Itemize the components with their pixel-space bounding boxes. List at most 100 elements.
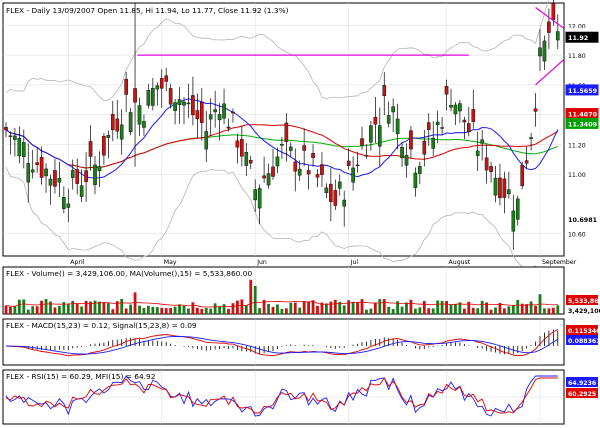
volume-bar bbox=[84, 300, 88, 314]
volume-value-badge: 5,533,860 bbox=[566, 295, 600, 305]
volume-bar bbox=[351, 301, 355, 314]
volume-bar bbox=[342, 305, 346, 314]
volume-bar bbox=[227, 308, 230, 314]
volume-bar bbox=[102, 302, 106, 314]
volume-bar bbox=[534, 305, 537, 314]
volume-bar bbox=[489, 309, 493, 314]
month-label: May bbox=[164, 259, 177, 266]
volume-bar bbox=[284, 308, 288, 314]
volume-bar bbox=[53, 307, 57, 314]
volume-bar bbox=[409, 299, 413, 314]
volume-bar bbox=[80, 306, 84, 314]
macd-badges: 0.115346 0.088361 bbox=[566, 325, 600, 345]
macd-value-badge-label: 0.115346 bbox=[568, 328, 600, 335]
volume-bar bbox=[387, 306, 391, 314]
volume-bar bbox=[449, 304, 453, 314]
volume-bar bbox=[529, 301, 533, 314]
volume-bar bbox=[556, 305, 560, 314]
volume-bar bbox=[422, 301, 426, 314]
price-tick-label: 10.60 bbox=[568, 232, 586, 239]
price-value-badge: 11.92 bbox=[565, 31, 599, 43]
macd-value-badge-label: 0.088361 bbox=[568, 338, 600, 345]
rsi-title: FLEX - RSI(15) = 60.29, MFI(15) = 64.92 bbox=[6, 372, 155, 381]
volume-bar bbox=[98, 301, 101, 314]
candle bbox=[520, 161, 524, 190]
volume-bar bbox=[307, 301, 310, 314]
volume-bar bbox=[516, 299, 520, 314]
volume-bar bbox=[133, 292, 137, 314]
volume-bar bbox=[22, 299, 26, 314]
volume-bar bbox=[147, 305, 150, 314]
volume-bar bbox=[382, 299, 386, 314]
price-chart-title: FLEX - Daily 13/09/2007 Open 11.85, Hi 1… bbox=[6, 6, 289, 15]
volume-bar bbox=[58, 305, 61, 314]
volume-bar bbox=[543, 308, 546, 314]
volume-bar bbox=[124, 308, 128, 314]
volume-bar bbox=[293, 302, 297, 314]
volume-bar bbox=[66, 303, 70, 314]
rsi-value-badge-label: 60.2925 bbox=[568, 391, 596, 398]
volume-bar bbox=[111, 309, 115, 314]
volume-bar bbox=[249, 279, 253, 314]
month-label: April bbox=[70, 259, 84, 266]
volume-bar bbox=[13, 306, 17, 314]
price-value-badge: 11.3409 bbox=[565, 117, 599, 129]
volume-bar bbox=[302, 301, 306, 314]
volume-bar bbox=[462, 308, 466, 314]
volume-bar bbox=[391, 309, 395, 314]
volume-bar bbox=[356, 302, 359, 314]
volume-bar bbox=[155, 307, 159, 314]
volume-bar bbox=[454, 303, 457, 314]
price-value-badge: 11.5659 bbox=[565, 84, 599, 96]
volume-bar bbox=[333, 299, 337, 314]
volume-bar bbox=[365, 309, 368, 314]
volume-bar bbox=[209, 308, 213, 314]
volume-bar bbox=[187, 308, 190, 314]
volume-bar bbox=[169, 307, 173, 314]
volume-bar bbox=[316, 305, 319, 314]
volume-bar bbox=[311, 300, 315, 314]
volume-bar bbox=[400, 306, 404, 314]
volume-bar bbox=[271, 307, 275, 314]
macd-value-badge: 0.115346 bbox=[566, 325, 600, 335]
volume-bar bbox=[222, 304, 226, 314]
volume-bar bbox=[298, 307, 302, 314]
volume-bar bbox=[213, 303, 217, 314]
volume-bar bbox=[191, 302, 195, 314]
price-value-badge: 10.6981 bbox=[565, 213, 599, 225]
volume-bar bbox=[40, 300, 43, 314]
volume-bar bbox=[258, 308, 262, 314]
volume-bar bbox=[142, 308, 146, 314]
volume-bar bbox=[414, 308, 417, 314]
volume-bar bbox=[71, 300, 75, 314]
volume-bar bbox=[373, 302, 377, 314]
stock-chart: 10.6011.0011.2011.4011.6011.8012.0011.94… bbox=[0, 0, 600, 428]
volume-bar bbox=[106, 303, 110, 314]
volume-bar bbox=[480, 300, 484, 314]
volume-title: FLEX - Volume() = 3,429,106.00, MA(Volum… bbox=[6, 269, 252, 278]
month-label: August bbox=[449, 259, 471, 266]
volume-bar bbox=[164, 308, 168, 314]
volume-bar bbox=[436, 300, 440, 314]
volume-bar bbox=[31, 306, 35, 314]
volume-bar bbox=[44, 299, 48, 314]
volume-bar bbox=[360, 299, 364, 314]
volume-bar bbox=[494, 307, 497, 314]
volume-bar bbox=[231, 303, 235, 314]
price-value-badge-label: 11.4070 bbox=[568, 111, 598, 119]
volume-bar bbox=[347, 300, 351, 314]
volume-bar bbox=[236, 300, 239, 314]
price-value-badge-label: 10.6981 bbox=[568, 216, 597, 224]
month-label: Jun bbox=[256, 259, 267, 266]
macd-title: FLEX - MACD(15,23) = 0.12, Signal(15,23,… bbox=[6, 321, 197, 330]
volume-value-badge-label: 3,429,106 bbox=[568, 308, 600, 315]
volume-bar bbox=[49, 301, 52, 314]
volume-bar bbox=[129, 304, 132, 314]
volume-bar bbox=[418, 307, 422, 314]
volume-bar bbox=[276, 304, 279, 314]
volume-bar bbox=[551, 307, 555, 314]
volume-bar bbox=[4, 305, 8, 314]
volume-bar bbox=[240, 299, 244, 314]
volume-bar bbox=[120, 298, 124, 314]
volume-bar bbox=[26, 309, 30, 314]
